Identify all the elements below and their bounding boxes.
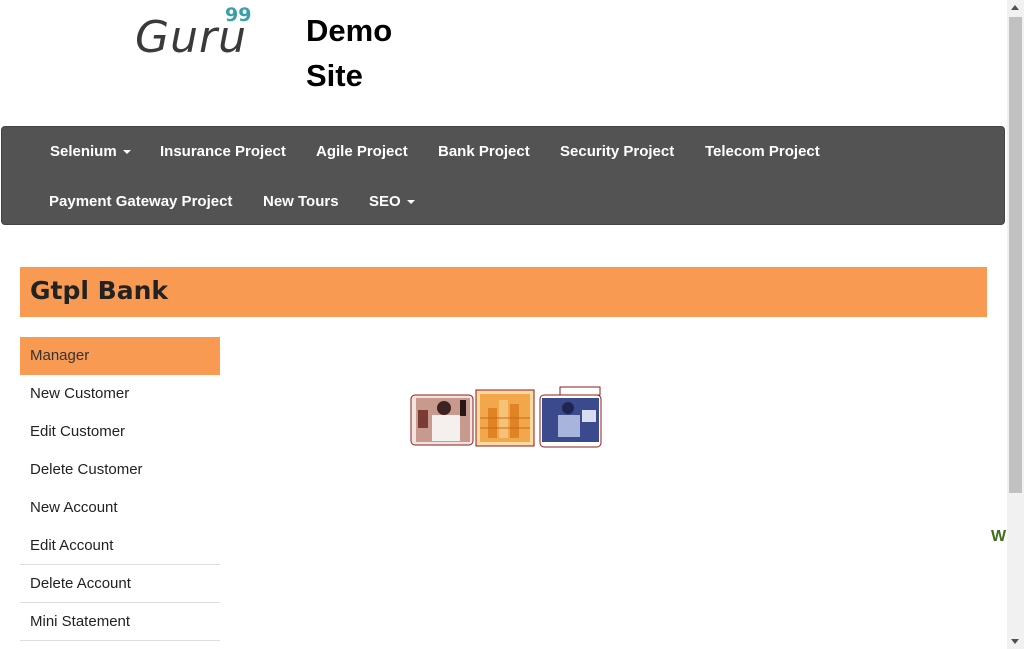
sidebar-item-delete-customer[interactable]: Delete Customer [20,451,220,489]
bank-header: Gtpl Bank [20,267,987,317]
scroll-down-arrow-icon[interactable] [1011,639,1019,644]
sidebar-item-new-account[interactable]: New Account [20,489,220,527]
bank-banner-image [410,386,602,448]
logo-superscript: 99 [225,4,252,26]
nav-telecom-project[interactable]: Telecom Project [705,143,820,160]
sidebar-item-mini-statement[interactable]: Mini Statement [20,603,220,641]
laptop-person-image [539,386,602,448]
coins-image [475,389,535,447]
main-navbar: Selenium Insurance Project Agile Project… [1,126,1005,225]
scroll-up-arrow-icon[interactable] [1011,5,1019,10]
nav-security-project[interactable]: Security Project [560,143,674,160]
sidebar-menu: Manager New Customer Edit Customer Delet… [20,337,220,641]
nav-seo[interactable]: SEO [369,193,415,210]
nav-selenium[interactable]: Selenium [50,143,131,160]
bank-title: Gtpl Bank [30,276,168,305]
caret-down-icon [406,200,415,205]
scrollbar-thumb[interactable] [1009,17,1022,493]
sidebar-item-new-customer[interactable]: New Customer [20,375,220,413]
sidebar-item-edit-customer[interactable]: Edit Customer [20,413,220,451]
right-edge-text: W [991,528,1007,545]
sidebar-item-delete-account[interactable]: Delete Account [20,565,220,603]
nav-agile-project[interactable]: Agile Project [316,143,408,160]
nav-new-tours[interactable]: New Tours [263,193,339,210]
nav-insurance-project[interactable]: Insurance Project [160,143,286,160]
phone-person-image [410,394,474,446]
nav-payment-gateway-project[interactable]: Payment Gateway Project [49,193,232,210]
sidebar-item-edit-account[interactable]: Edit Account [20,527,220,565]
nav-bank-project[interactable]: Bank Project [438,143,530,160]
caret-down-icon [122,150,131,155]
page-scrollbar[interactable] [1007,0,1024,649]
sidebar-item-manager[interactable]: Manager [20,337,220,375]
site-title: Demo Site [306,13,393,93]
